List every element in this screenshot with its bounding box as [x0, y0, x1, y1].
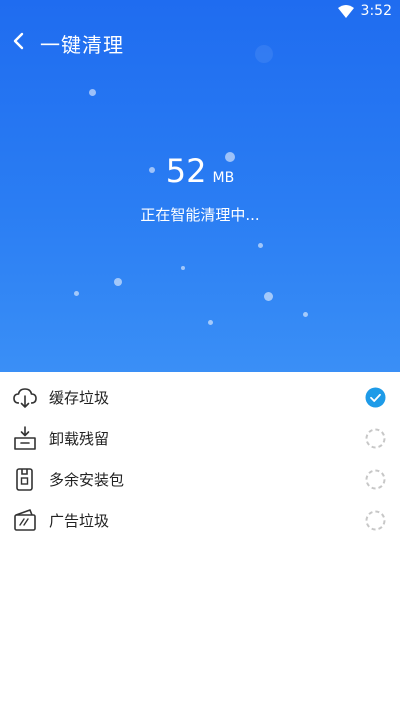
item-label: 缓存垃圾 [49, 389, 110, 407]
list-item-cache[interactable]: 缓存垃圾 [0, 376, 400, 417]
particle-decoration [208, 320, 213, 325]
list-item-ad-junk[interactable]: 广告垃圾 [0, 499, 400, 540]
particle-decoration [74, 291, 79, 296]
list-item-uninstall-residue[interactable]: 卸载残留 [0, 417, 400, 458]
status-bar: 3:52 [0, 0, 400, 24]
particle-decoration [114, 278, 122, 286]
particle-decoration [181, 266, 185, 270]
wifi-icon [338, 5, 354, 18]
cloud-download-icon [13, 388, 37, 408]
ad-card-icon [14, 509, 36, 531]
package-icon [16, 468, 33, 491]
list-item-redundant-packages[interactable]: 多余安装包 [0, 458, 400, 499]
item-label: 卸载残留 [49, 430, 110, 448]
particle-decoration [264, 292, 273, 301]
page-title: 一键清理 [40, 33, 124, 57]
particle-decoration [303, 312, 308, 317]
particle-decoration [258, 243, 263, 248]
check-circle-icon [365, 387, 386, 408]
clock: 3:52 [360, 3, 392, 19]
loading-spinner-icon [365, 510, 386, 531]
particle-decoration [89, 89, 96, 96]
item-label: 广告垃圾 [49, 512, 110, 530]
clean-item-list: 缓存垃圾 卸载残留 多余安装包 广告垃圾 [0, 376, 400, 540]
cleaned-size: 52 MB [0, 152, 400, 190]
size-unit: MB [212, 170, 235, 186]
uninstall-box-icon [14, 426, 36, 450]
hero-panel: 3:52 一键清理 52 MB 正在智能清理中... [0, 0, 400, 372]
item-label: 多余安装包 [49, 471, 125, 489]
loading-spinner-icon [365, 469, 386, 490]
chevron-left-icon[interactable] [10, 30, 30, 52]
cleaning-status: 正在智能清理中... [140, 206, 260, 224]
loading-spinner-icon [365, 428, 386, 449]
toolbar: 一键清理 [0, 24, 400, 58]
size-value: 52 [165, 152, 207, 190]
